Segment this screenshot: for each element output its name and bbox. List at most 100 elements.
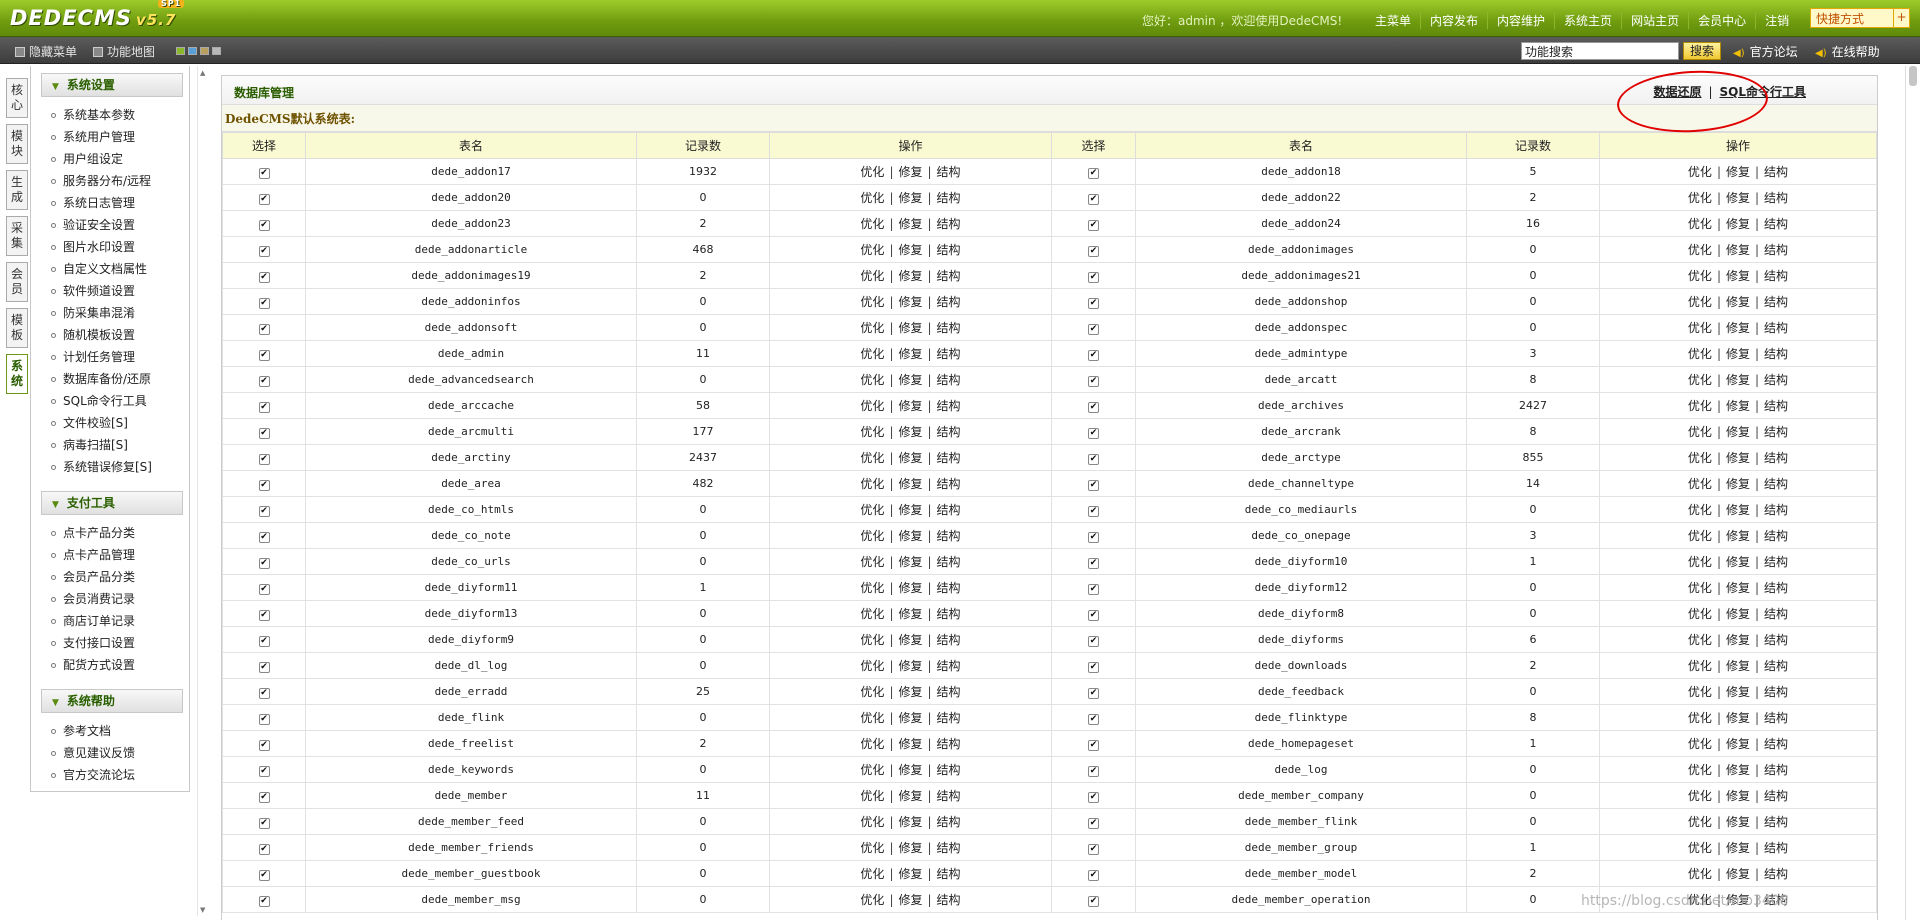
optimize-link[interactable]: 优化 xyxy=(860,529,884,543)
sidebar-item[interactable]: 防采集串混淆 xyxy=(51,302,189,324)
optimize-link[interactable]: 优化 xyxy=(1688,347,1712,361)
row-checkbox[interactable]: ✔ xyxy=(258,895,270,907)
structure-link[interactable]: 结构 xyxy=(1764,503,1788,517)
optimize-link[interactable]: 优化 xyxy=(1688,581,1712,595)
function-map-button[interactable]: 功能地图 xyxy=(93,43,155,60)
optimize-link[interactable]: 优化 xyxy=(1688,295,1712,309)
repair-link[interactable]: 修复 xyxy=(898,685,922,699)
repair-link[interactable]: 修复 xyxy=(1726,529,1750,543)
repair-link[interactable]: 修复 xyxy=(1726,711,1750,725)
row-checkbox[interactable]: ✔ xyxy=(1088,895,1099,907)
optimize-link[interactable]: 优化 xyxy=(860,607,884,621)
row-checkbox[interactable]: ✔ xyxy=(258,531,270,543)
repair-link[interactable]: 修复 xyxy=(898,425,922,439)
structure-link[interactable]: 结构 xyxy=(937,503,961,517)
sidebar-item[interactable]: 服务器分布/远程 xyxy=(51,170,189,192)
row-checkbox[interactable]: ✔ xyxy=(258,479,270,491)
optimize-link[interactable]: 优化 xyxy=(860,581,884,595)
structure-link[interactable]: 结构 xyxy=(1764,373,1788,387)
optimize-link[interactable]: 优化 xyxy=(1688,425,1712,439)
repair-link[interactable]: 修复 xyxy=(898,347,922,361)
row-checkbox[interactable]: ✔ xyxy=(258,505,270,517)
structure-link[interactable]: 结构 xyxy=(1764,867,1788,881)
optimize-link[interactable]: 优化 xyxy=(1688,477,1712,491)
sidebar-item[interactable]: 商店订单记录 xyxy=(51,610,189,632)
optimize-link[interactable]: 优化 xyxy=(860,321,884,335)
sidebar-item[interactable]: 配货方式设置 xyxy=(51,654,189,676)
sidebar-item[interactable]: 参考文档 xyxy=(51,720,189,742)
optimize-link[interactable]: 优化 xyxy=(1688,191,1712,205)
structure-link[interactable]: 结构 xyxy=(1764,217,1788,231)
repair-link[interactable]: 修复 xyxy=(898,373,922,387)
repair-link[interactable]: 修复 xyxy=(1726,217,1750,231)
repair-link[interactable]: 修复 xyxy=(898,737,922,751)
scroll-thumb[interactable] xyxy=(1909,66,1917,86)
row-checkbox[interactable]: ✔ xyxy=(1088,297,1099,309)
repair-link[interactable]: 修复 xyxy=(898,633,922,647)
repair-link[interactable]: 修复 xyxy=(898,477,922,491)
optimize-link[interactable]: 优化 xyxy=(860,789,884,803)
structure-link[interactable]: 结构 xyxy=(1764,815,1788,829)
structure-link[interactable]: 结构 xyxy=(937,633,961,647)
sidebar-item[interactable]: 图片水印设置 xyxy=(51,236,189,258)
collapse-icon[interactable]: ▼ xyxy=(52,698,59,708)
module-tab[interactable]: 系统 xyxy=(6,354,28,394)
structure-link[interactable]: 结构 xyxy=(937,763,961,777)
row-checkbox[interactable]: ✔ xyxy=(1088,661,1099,673)
optimize-link[interactable]: 优化 xyxy=(860,347,884,361)
repair-link[interactable]: 修复 xyxy=(1726,555,1750,569)
row-checkbox[interactable]: ✔ xyxy=(1088,843,1099,855)
optimize-link[interactable]: 优化 xyxy=(1688,659,1712,673)
collapse-icon[interactable]: ▼ xyxy=(52,82,59,92)
optimize-link[interactable]: 优化 xyxy=(860,295,884,309)
optimize-link[interactable]: 优化 xyxy=(1688,321,1712,335)
row-checkbox[interactable]: ✔ xyxy=(258,583,270,595)
row-checkbox[interactable]: ✔ xyxy=(258,219,270,231)
row-checkbox[interactable]: ✔ xyxy=(258,193,270,205)
repair-link[interactable]: 修复 xyxy=(1726,659,1750,673)
optimize-link[interactable]: 优化 xyxy=(1688,867,1712,881)
optimize-link[interactable]: 优化 xyxy=(1688,217,1712,231)
structure-link[interactable]: 结构 xyxy=(1764,581,1788,595)
optimize-link[interactable]: 优化 xyxy=(860,685,884,699)
optimize-link[interactable]: 优化 xyxy=(1688,451,1712,465)
repair-link[interactable]: 修复 xyxy=(1726,763,1750,777)
repair-link[interactable]: 修复 xyxy=(1726,581,1750,595)
optimize-link[interactable]: 优化 xyxy=(1688,243,1712,257)
top-nav-item[interactable]: 内容维护 xyxy=(1487,12,1554,29)
row-checkbox[interactable]: ✔ xyxy=(258,245,270,257)
optimize-link[interactable]: 优化 xyxy=(1688,529,1712,543)
row-checkbox[interactable]: ✔ xyxy=(258,817,270,829)
repair-link[interactable]: 修复 xyxy=(1726,477,1750,491)
sidebar-item[interactable]: 系统基本参数 xyxy=(51,104,189,126)
repair-link[interactable]: 修复 xyxy=(1726,191,1750,205)
module-tab[interactable]: 生成 xyxy=(6,170,28,210)
repair-link[interactable]: 修复 xyxy=(898,581,922,595)
optimize-link[interactable]: 优化 xyxy=(1688,685,1712,699)
repair-link[interactable]: 修复 xyxy=(898,555,922,569)
structure-link[interactable]: 结构 xyxy=(1764,607,1788,621)
dedecms-logo[interactable]: DEDECMS v5.7 SP1 xyxy=(10,0,185,30)
repair-link[interactable]: 修复 xyxy=(898,893,922,907)
structure-link[interactable]: 结构 xyxy=(1764,347,1788,361)
repair-link[interactable]: 修复 xyxy=(898,841,922,855)
structure-link[interactable]: 结构 xyxy=(1764,165,1788,179)
row-checkbox[interactable]: ✔ xyxy=(258,739,270,751)
structure-link[interactable]: 结构 xyxy=(937,555,961,569)
optimize-link[interactable]: 优化 xyxy=(860,633,884,647)
top-nav-item[interactable]: 注销 xyxy=(1755,12,1798,29)
optimize-link[interactable]: 优化 xyxy=(1688,607,1712,621)
optimize-link[interactable]: 优化 xyxy=(860,269,884,283)
repair-link[interactable]: 修复 xyxy=(898,191,922,205)
row-checkbox[interactable]: ✔ xyxy=(1088,869,1099,881)
row-checkbox[interactable]: ✔ xyxy=(1088,323,1099,335)
structure-link[interactable]: 结构 xyxy=(1764,529,1788,543)
sidebar-item[interactable]: 系统错误修复[S] xyxy=(51,456,189,478)
sidebar-item[interactable]: 文件校验[S] xyxy=(51,412,189,434)
sidebar-item[interactable]: 病毒扫描[S] xyxy=(51,434,189,456)
optimize-link[interactable]: 优化 xyxy=(1688,373,1712,387)
row-checkbox[interactable]: ✔ xyxy=(258,297,270,309)
row-checkbox[interactable]: ✔ xyxy=(1088,791,1099,803)
repair-link[interactable]: 修复 xyxy=(1726,321,1750,335)
optimize-link[interactable]: 优化 xyxy=(860,711,884,725)
